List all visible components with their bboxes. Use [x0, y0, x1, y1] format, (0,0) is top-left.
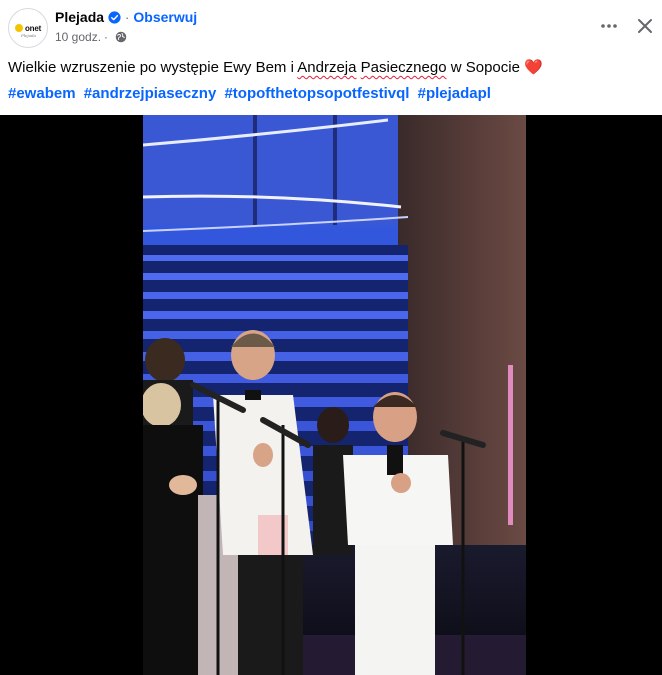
hashtag-link[interactable]: #andrzejpiaseczny — [84, 85, 217, 102]
close-button[interactable] — [629, 10, 661, 42]
follow-button[interactable]: Obserwuj — [133, 9, 197, 25]
separator-dot: · — [125, 9, 130, 25]
close-icon — [638, 19, 652, 33]
hashtag-list: #ewabem #andrzejpiaseczny #topofthetopso… — [8, 84, 495, 104]
page-avatar[interactable]: onet Plejada — [8, 8, 48, 48]
meta-separator: · — [104, 30, 109, 44]
caption-text-end: w Sopocie — [446, 59, 525, 76]
caption-misspelled-word: Andrzeja — [297, 59, 357, 76]
video-player[interactable] — [0, 115, 662, 675]
avatar-logo-subtext: Plejada — [21, 33, 36, 38]
verified-badge-icon — [108, 10, 121, 24]
screen-divider — [253, 115, 257, 225]
post-timestamp[interactable]: 10 godz. — [55, 30, 101, 44]
post-caption: Wielkie wzruszenie po występie Ewy Bem i… — [8, 58, 543, 78]
post-header: onet Plejada Plejada · Obserwuj 10 godz.… — [0, 0, 662, 52]
hashtag-link[interactable]: #ewabem — [8, 85, 76, 102]
logo-dot — [14, 24, 23, 32]
video-frame[interactable] — [143, 115, 526, 675]
avatar-logo-text: onet — [24, 23, 42, 33]
upper-screen — [143, 115, 398, 225]
globe-icon[interactable] — [115, 31, 127, 43]
screen-divider — [333, 115, 337, 225]
caption-misspelled-word: Pasiecznego — [360, 59, 447, 76]
more-options-icon — [601, 24, 617, 28]
hashtag-link[interactable]: #topofthetopsopotfestivql — [224, 85, 409, 102]
pink-light-strip — [508, 365, 513, 525]
heart-emoji: ❤️ — [524, 59, 543, 76]
post-meta: 10 godz. · — [55, 29, 127, 45]
page-name-row: Plejada · Obserwuj — [55, 8, 197, 26]
page-name[interactable]: Plejada — [55, 9, 104, 25]
more-options-button[interactable] — [593, 10, 625, 42]
performer-blonde — [143, 383, 203, 675]
caption-text-start: Wielkie wzruszenie po występie Ewy Bem i — [8, 59, 298, 76]
hashtag-link[interactable]: #plejadapl — [418, 85, 491, 102]
